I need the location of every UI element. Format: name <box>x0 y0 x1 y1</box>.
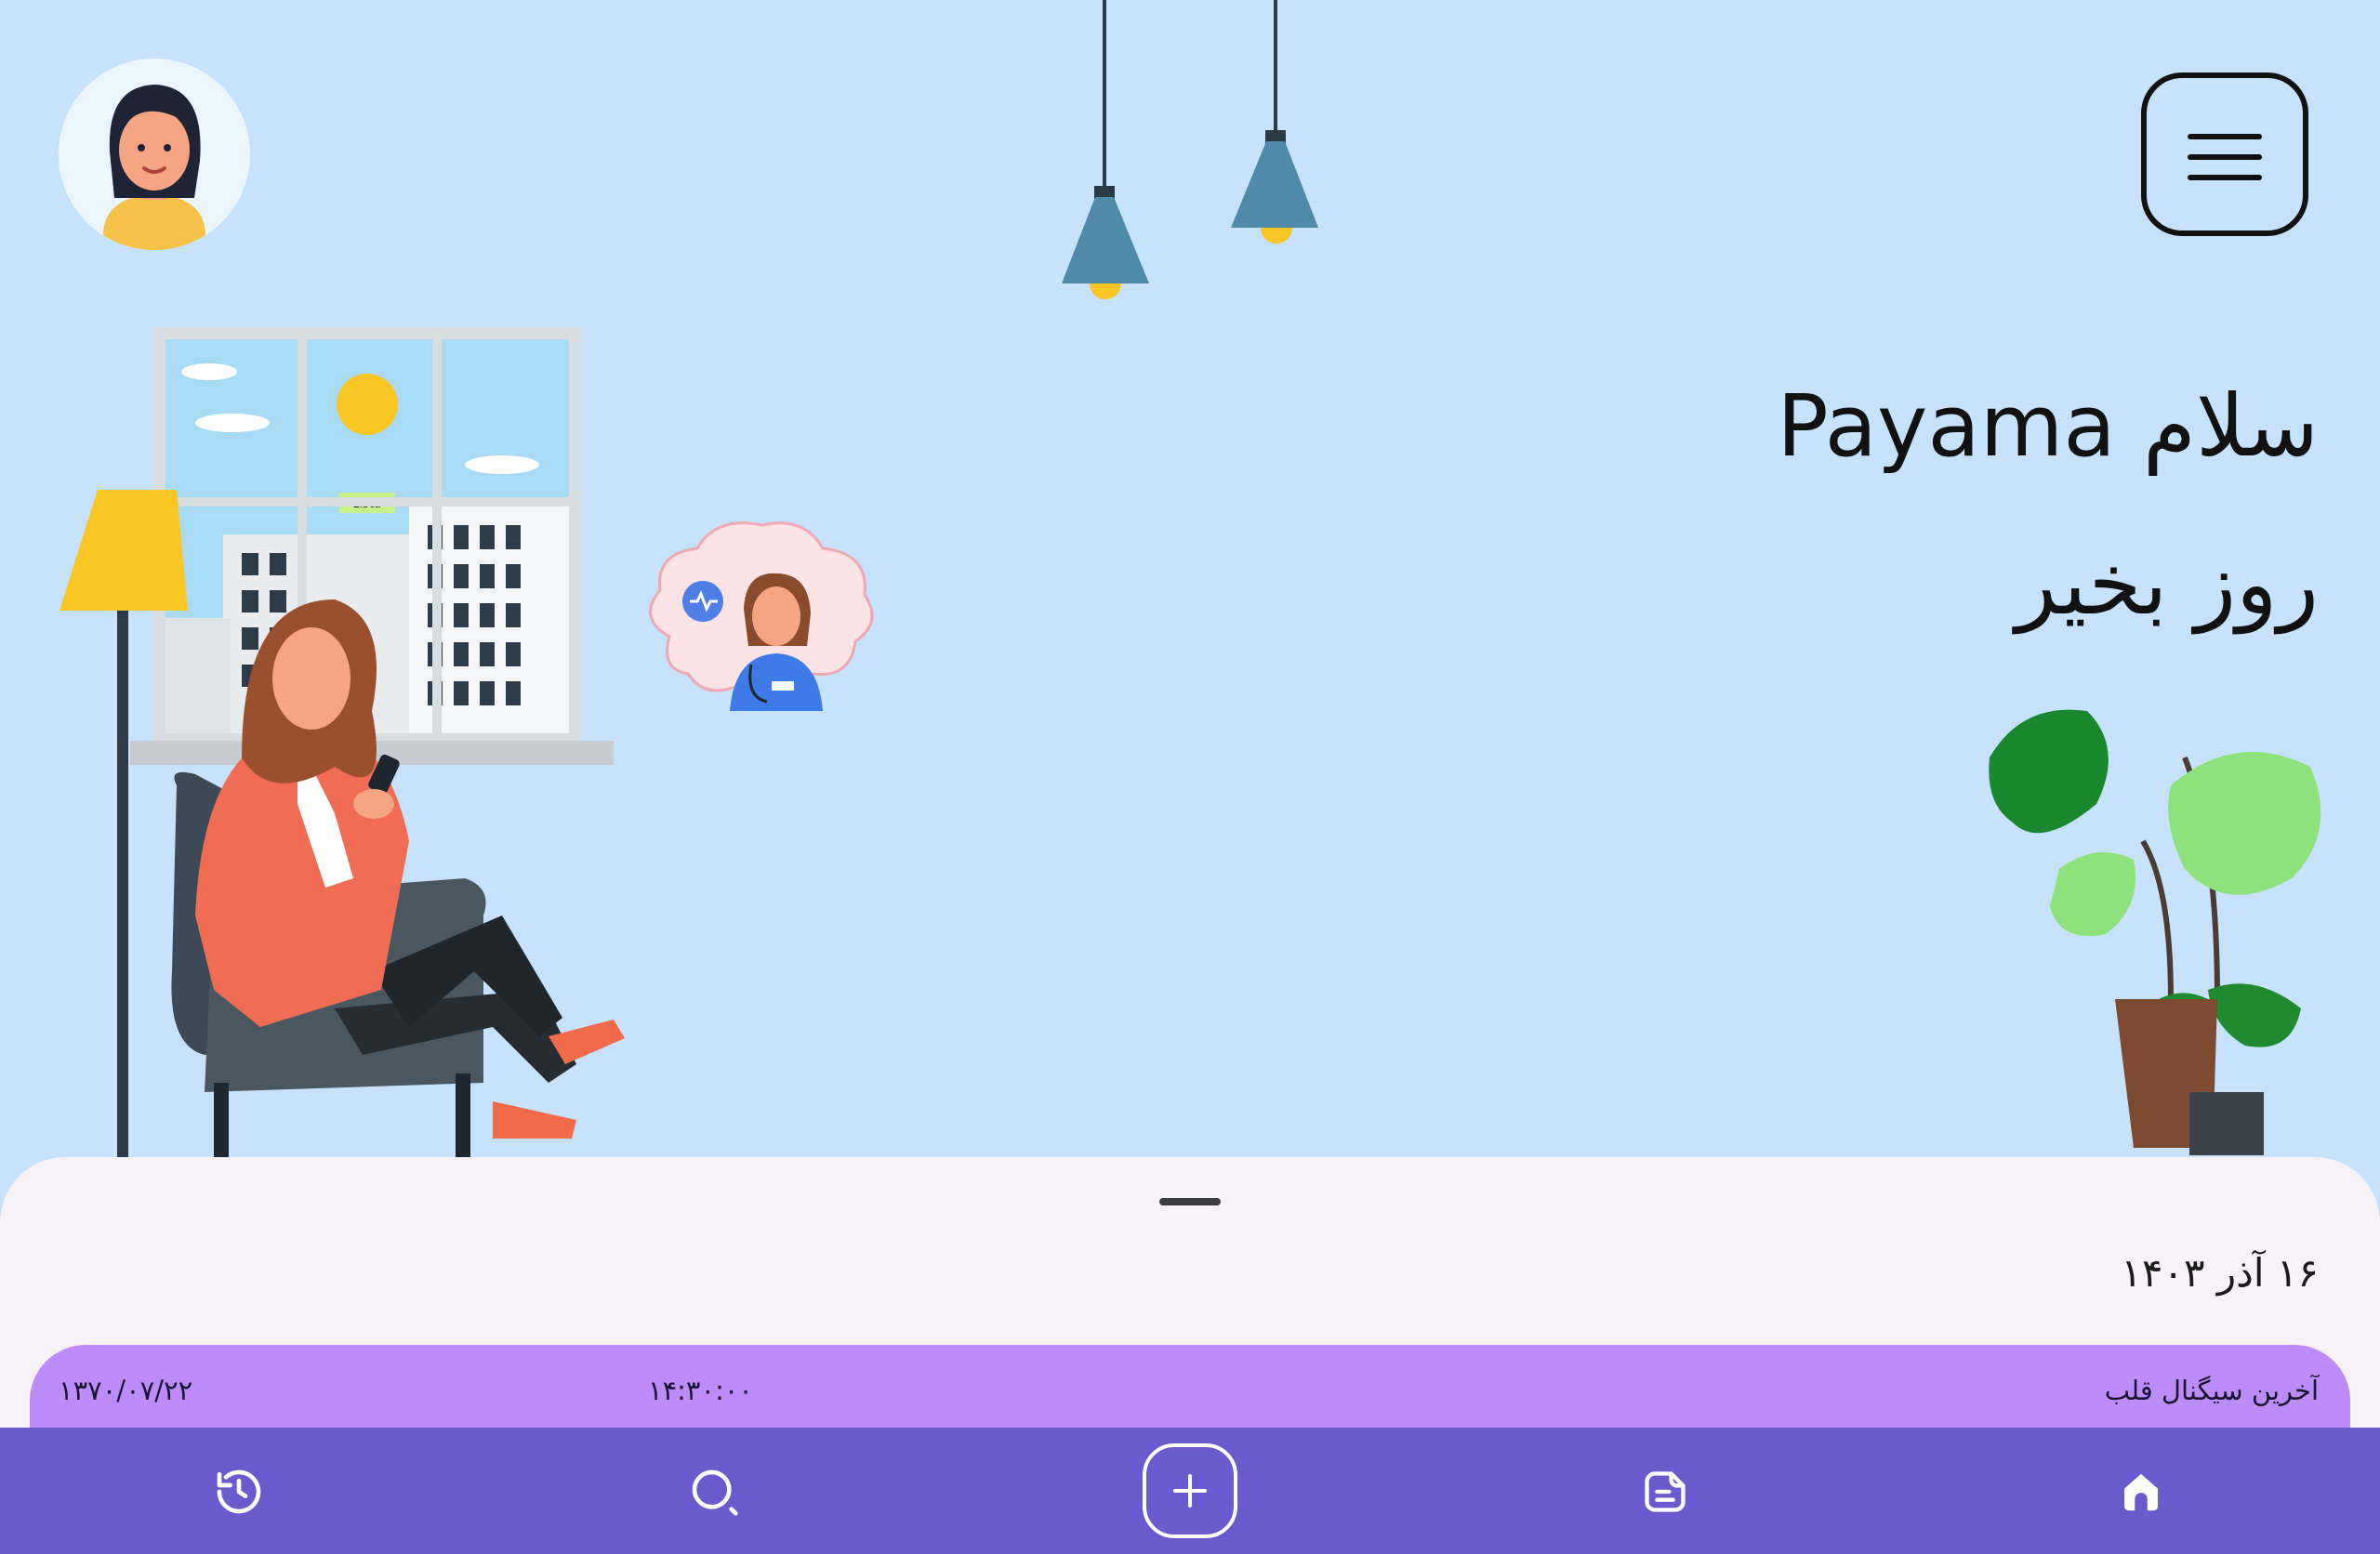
greeting-subtitle: روز بخیر <box>2015 534 2319 634</box>
search-icon <box>692 1469 738 1516</box>
hamburger-line <box>2188 154 2262 160</box>
document-icon <box>1645 1471 1686 1512</box>
woman-in-armchair-illustration: zista <box>60 327 625 1157</box>
hamburger-menu-icon <box>2188 134 2262 139</box>
home-icon <box>2124 1473 2158 1511</box>
sheet-drag-handle[interactable] <box>1159 1198 1221 1205</box>
nav-add-button[interactable] <box>1143 1443 1237 1538</box>
nav-documents-button[interactable] <box>1633 1459 1698 1524</box>
avatar-icon <box>59 59 250 250</box>
nav-history-button[interactable] <box>206 1459 271 1524</box>
last-signal-date: ۱۳۷۰/۰۷/۲۲ <box>59 1375 193 1406</box>
current-date: ۱۶ آذر ۱۴۰۳ <box>2121 1250 2319 1296</box>
potted-plant-illustration <box>1989 709 2321 1155</box>
pendant-lamps-illustration <box>1062 0 1318 299</box>
hamburger-line <box>2188 175 2262 180</box>
user-avatar[interactable] <box>59 59 250 250</box>
nav-search-button[interactable] <box>681 1459 747 1524</box>
plus-icon <box>1173 1474 1207 1508</box>
greeting-title: سلام Payama <box>1777 376 2319 476</box>
last-signal-label: آخرین سیگنال قلب <box>2104 1375 2319 1406</box>
nav-home-button[interactable] <box>2109 1459 2174 1524</box>
history-icon <box>217 1469 261 1514</box>
doctor-thought-bubble-illustration <box>649 521 874 711</box>
last-signal-time: ۱۴:۳۰:۰۰ <box>648 1375 753 1406</box>
menu-button[interactable] <box>2141 72 2308 236</box>
